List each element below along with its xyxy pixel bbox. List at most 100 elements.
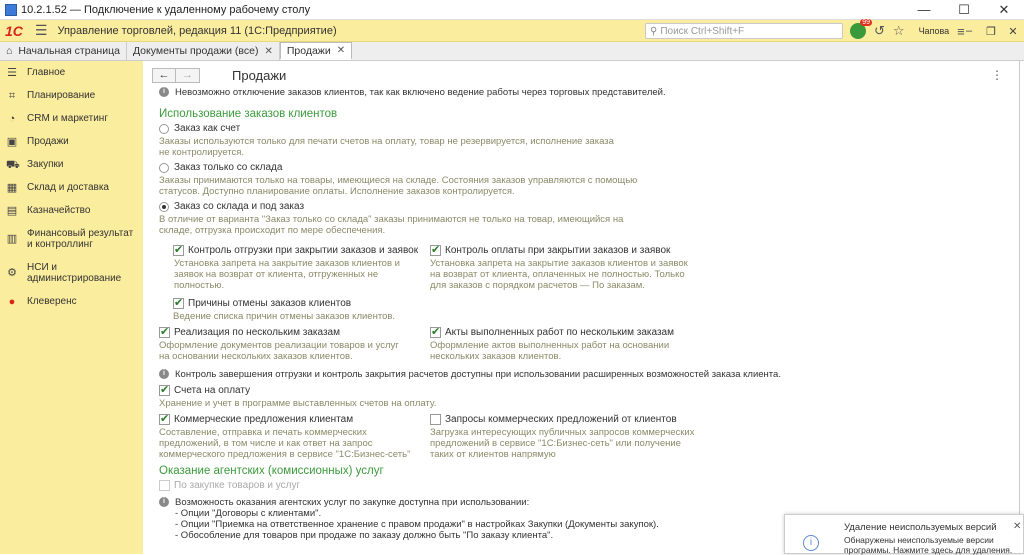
checkbox-unchecked[interactable]: [430, 414, 441, 425]
checkbox-row[interactable]: Коммерческие предложения клиентам: [159, 412, 430, 425]
minimize-icon[interactable]: —: [904, 2, 944, 18]
tab-home[interactable]: ⌂ Начальная страница: [0, 42, 127, 60]
radio-desc: Заказы используются только для печати сч…: [159, 136, 614, 158]
maximize-icon[interactable]: ☐: [944, 2, 984, 18]
menu-icon[interactable]: ☰: [35, 22, 48, 39]
notification-toast[interactable]: i Удаление неиспользуемых версий ✕ Обнар…: [784, 514, 1024, 555]
scrollbar-track[interactable]: [1019, 61, 1020, 554]
sidebar-item-planning[interactable]: ⌗ Планирование: [0, 84, 143, 107]
close-icon[interactable]: ✕: [1013, 521, 1021, 532]
checkbox-disabled[interactable]: [159, 480, 170, 491]
pie-icon: ◔: [8, 112, 16, 125]
search-input[interactable]: ⚲ Поиск Ctrl+Shift+F: [645, 23, 843, 39]
notifications-icon[interactable]: 99: [850, 19, 872, 39]
radio-button[interactable]: [159, 162, 169, 173]
sidebar-item-warehouse[interactable]: ▦ Склад и доставка: [0, 176, 143, 199]
info-icon: i: [159, 369, 169, 379]
notification-badge: 99: [860, 19, 872, 26]
info-top: i Невозможно отключение заказов клиентов,…: [159, 87, 1009, 98]
close-icon[interactable]: ✕: [984, 2, 1024, 18]
sidebar-item-main[interactable]: ☰ Главное: [0, 61, 143, 84]
checkbox-checked[interactable]: [173, 296, 184, 309]
home-icon: ⌂: [6, 45, 13, 57]
toast-title: Удаление неиспользуемых версий: [844, 522, 997, 533]
gear-icon: ⚙: [7, 267, 17, 279]
radio-desc: В отличие от варианта "Заказ только со с…: [159, 214, 624, 236]
checkbox-row[interactable]: Запросы коммерческих предложений от клие…: [430, 414, 700, 425]
app-window-controls: – ❐ ✕: [958, 20, 1024, 42]
options-row-3: Коммерческие предложения клиентам Состав…: [159, 412, 1009, 460]
checkbox-row[interactable]: Реализация по нескольким заказам: [159, 325, 430, 338]
app-restore-icon[interactable]: ❐: [980, 25, 1002, 38]
checkbox-checked[interactable]: [159, 412, 170, 425]
checkbox-checked[interactable]: [430, 243, 441, 256]
history-icon[interactable]: ↺: [874, 23, 885, 39]
tab-label: Начальная страница: [18, 45, 120, 57]
tab-label: Продажи: [286, 44, 331, 57]
checkbox-desc: Оформление документов реализации товаров…: [159, 340, 399, 362]
radio-order-from-stock[interactable]: Заказ только со склада: [159, 162, 1009, 173]
sidebar-item-sales[interactable]: ▣ Продажи: [0, 130, 143, 153]
checkbox-desc: Ведение списка причин отмены заказов кли…: [173, 311, 396, 322]
sidebar-item-treasury[interactable]: ▤ Казначейство: [0, 199, 143, 222]
checkbox-checked[interactable]: [159, 383, 170, 396]
options-row-1: Контроль отгрузки при закрытии заказов и…: [173, 243, 1009, 291]
forward-arrow-icon[interactable]: →: [176, 68, 200, 83]
close-tab-icon[interactable]: ✕: [264, 46, 272, 57]
radio-order-stock-and-preorder[interactable]: Заказ со склада и под заказ: [159, 201, 1009, 212]
sidebar-item-admin[interactable]: ⚙ НСИ и администрирование: [0, 256, 143, 290]
option-commercial-offers: Коммерческие предложения клиентам Состав…: [159, 412, 430, 460]
checkbox-desc: Установка запрета на закрытие заказов кл…: [174, 258, 400, 291]
close-tab-icon[interactable]: ✕: [337, 45, 345, 56]
checkbox-row[interactable]: Причины отмены заказов клиентов: [173, 296, 423, 309]
radio-button[interactable]: [159, 123, 169, 134]
back-arrow-icon[interactable]: ←: [152, 68, 176, 83]
checkbox-checked[interactable]: [159, 325, 170, 338]
option-multi-order-acts: Акты выполненных работ по нескольким зак…: [430, 325, 680, 362]
tab-sales[interactable]: Продажи ✕: [279, 42, 353, 60]
more-actions-icon[interactable]: ⋮: [991, 68, 1003, 82]
tab-bar: ⌂ Начальная страница Документы продажи (…: [0, 42, 1024, 61]
header-tools: 99 ↺ ☆ Чапова ≡: [850, 19, 965, 42]
checkbox-row[interactable]: Счета на оплату: [159, 383, 1009, 396]
checkbox-desc: Загрузка интересующих публичных запросов…: [430, 427, 695, 460]
favorites-star-icon[interactable]: ☆: [893, 23, 905, 39]
app-close-icon[interactable]: ✕: [1002, 25, 1024, 38]
checkbox-row[interactable]: Контроль оплаты при закрытии заказов и з…: [430, 243, 695, 256]
options-row-2: Реализация по нескольким заказам Оформле…: [159, 325, 1009, 362]
checkbox-row[interactable]: Контроль отгрузки при закрытии заказов и…: [173, 243, 430, 256]
sidebar-item-purchases[interactable]: ⛟ Закупки: [0, 153, 143, 176]
info-bottom-lines: Возможность оказания агентских услуг по …: [175, 497, 659, 541]
cart-icon: ⛟: [6, 158, 20, 171]
sidebar: ☰ Главное ⌗ Планирование ◔ CRM и маркетинг …: [0, 61, 143, 554]
cleverence-icon: ●: [8, 295, 16, 308]
checkbox-purchase-agent[interactable]: По закупке товаров и услуг: [159, 480, 1009, 491]
radio-order-as-invoice[interactable]: Заказ как счет: [159, 123, 1009, 134]
checkbox-checked[interactable]: [430, 325, 441, 338]
toast-body: Обнаружены неиспользуемые версии програм…: [844, 535, 1013, 555]
app-minimize-icon[interactable]: –: [958, 25, 980, 37]
tab-label: Документы продажи (все): [132, 45, 259, 57]
checkbox-row[interactable]: Акты выполненных работ по нескольким зак…: [430, 325, 680, 338]
main-content: ← → Продажи ⋮ i Невозможно отключение зак…: [143, 61, 1024, 554]
sidebar-item-cleverence[interactable]: ● Клеверенс: [0, 290, 143, 313]
sidebar-item-finance[interactable]: ▥ Финансовый результат и контроллинг: [0, 222, 143, 256]
option-offer-requests: Запросы коммерческих предложений от клие…: [430, 414, 700, 460]
page-title: Продажи: [232, 68, 287, 83]
option-cancel-reasons: Причины отмены заказов клиентов Ведение …: [173, 296, 423, 322]
tab-sales-docs[interactable]: Документы продажи (все) ✕: [127, 42, 280, 60]
section-client-orders: Использование заказов клиентов: [159, 108, 338, 120]
settings-form: i Невозможно отключение заказов клиентов,…: [159, 87, 1009, 541]
radio-button-selected[interactable]: [159, 201, 169, 212]
nav-buttons: ← →: [152, 68, 200, 83]
sidebar-item-crm[interactable]: ◔ CRM и маркетинг: [0, 107, 143, 130]
option-multi-order-sales: Реализация по нескольким заказам Оформле…: [159, 325, 430, 362]
checkbox-checked[interactable]: [173, 243, 184, 256]
checkbox-desc: Хранение и учет в программе выставленных…: [159, 398, 437, 409]
info-icon: i: [803, 535, 819, 551]
info-icon: i: [159, 497, 169, 507]
rdp-title: 10.2.1.52 — Подключение к удаленному раб…: [21, 3, 311, 16]
info-mid: i Контроль завершения отгрузки и контроль…: [159, 369, 1009, 380]
search-placeholder: Поиск Ctrl+Shift+F: [660, 25, 745, 37]
user-name[interactable]: Чапова: [919, 26, 950, 36]
